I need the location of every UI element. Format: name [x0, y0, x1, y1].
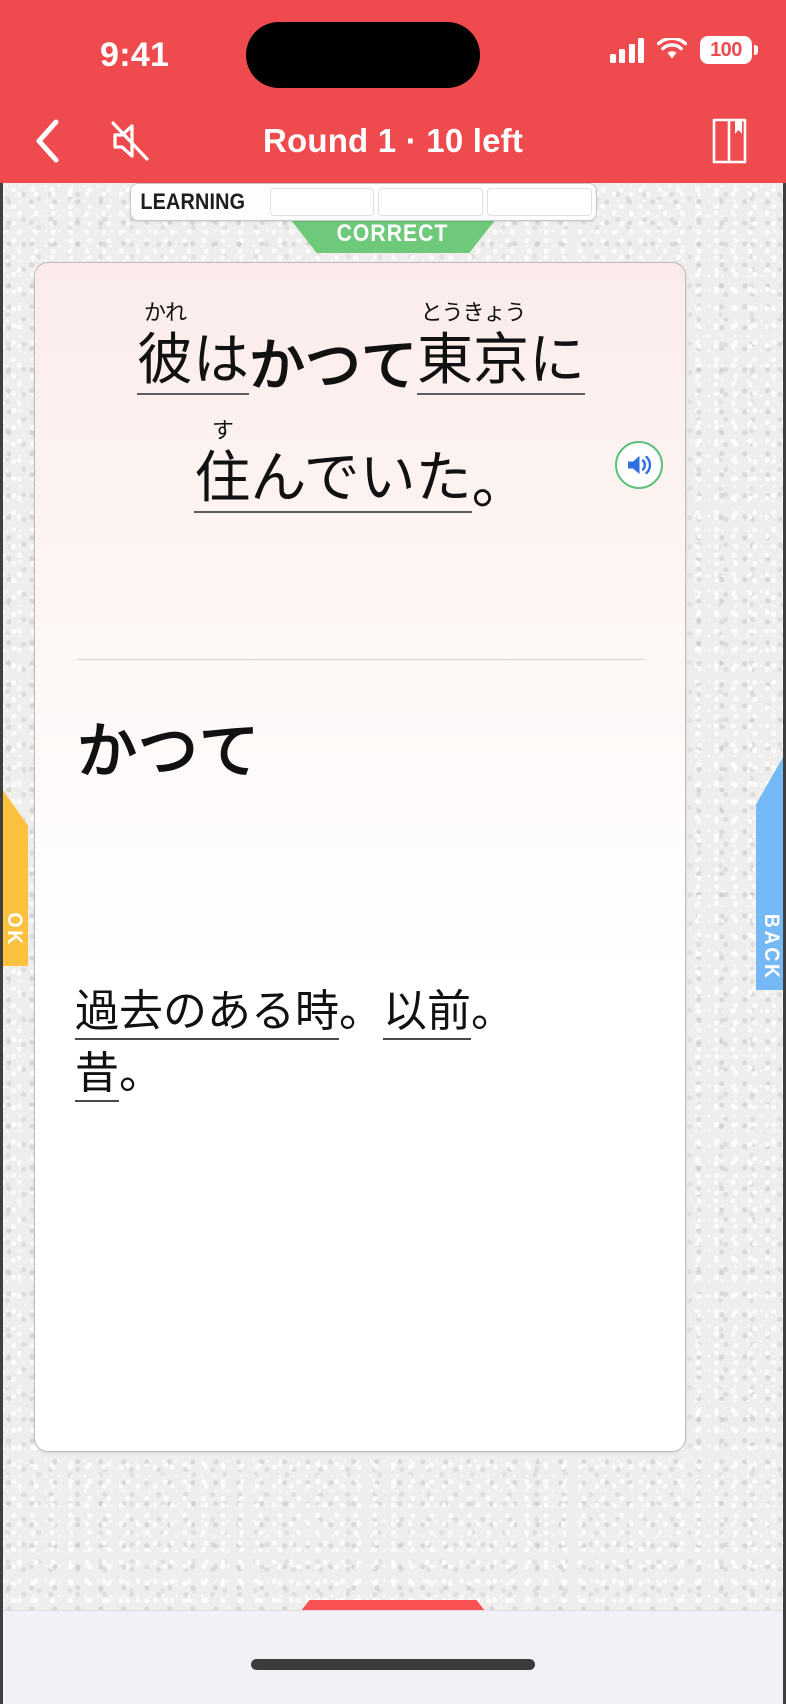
definition-line: 過去のある時。以前。	[75, 986, 515, 1040]
ruby-group: かれ 彼	[137, 303, 193, 395]
sentence-token: 東京	[417, 328, 529, 395]
sentence-token: に	[529, 328, 585, 395]
definition-token: 。	[119, 1048, 163, 1100]
sentence-token: 住	[194, 446, 251, 513]
example-sentence: かれ 彼 はかつて とうきょう 東京 に す 住 んでいた。	[35, 303, 685, 517]
furigana: す	[211, 419, 234, 444]
definition-token: ある	[207, 986, 295, 1040]
dynamic-island	[246, 22, 480, 88]
furigana: かれ	[143, 301, 187, 326]
flashcard[interactable]: かれ 彼 はかつて とうきょう 東京 に す 住 んでいた。 かつて 過去のある…	[34, 262, 686, 1452]
definition-text: 過去のある時。以前。 昔。	[75, 981, 655, 1106]
progress-segment	[487, 188, 592, 216]
nav-bar: Round 1 · 10 left	[0, 98, 786, 183]
ruby-group: す 住	[194, 421, 251, 513]
card-divider	[77, 659, 645, 660]
wifi-icon	[656, 36, 688, 62]
sentence-token-target: かつて	[249, 334, 417, 399]
bookmark-book-icon	[712, 118, 747, 163]
status-bar-time: 9:41	[100, 36, 170, 74]
battery-icon: 100	[700, 36, 758, 64]
correct-banner-label: CORRECT	[337, 220, 449, 247]
definition-token: の	[163, 986, 207, 1040]
ok-tab-label: OK	[3, 912, 26, 947]
ruby-group: とうきょう 東京	[417, 303, 529, 395]
home-bar-area	[0, 1610, 786, 1704]
definition-token: 。	[471, 986, 515, 1037]
app-root: 9:41 100 Round 1 · 10 left LEARNING CORR…	[0, 0, 786, 1704]
sentence-line-2: す 住 んでいた。	[35, 421, 685, 517]
screen-edge-left	[0, 0, 3, 1704]
sentence-token: 彼	[137, 328, 193, 395]
speaker-audio-icon	[628, 455, 652, 475]
definition-token: 昔	[75, 1048, 119, 1103]
progress-segment	[378, 188, 484, 216]
definition-token: 。	[339, 986, 383, 1037]
status-bar-indicators: 100	[609, 36, 758, 64]
definition-token: 時	[295, 986, 339, 1040]
battery-level-text: 100	[710, 38, 742, 61]
answer-word: かつて	[77, 717, 260, 787]
definition-line: 昔。	[75, 1048, 163, 1103]
learning-progress-bar[interactable]: LEARNING	[130, 183, 597, 221]
bookmark-button[interactable]	[692, 98, 768, 183]
definition-token: 過去	[75, 986, 163, 1040]
progress-segment	[269, 188, 375, 216]
audio-play-button[interactable]	[615, 441, 663, 489]
home-indicator[interactable]	[251, 1659, 535, 1670]
learning-label: LEARNING	[140, 189, 246, 214]
sentence-token: んでいた	[250, 446, 472, 513]
page-title: Round 1 · 10 left	[262, 121, 524, 159]
sentence-token: 。	[471, 452, 528, 517]
cellular-bars-icon	[609, 37, 644, 63]
sentence-token: は	[193, 328, 249, 395]
back-tab-label: BACK	[760, 914, 783, 982]
status-bar: 9:41 100	[0, 0, 786, 98]
furigana: とうきょう	[420, 301, 526, 326]
definition-token: 以前	[383, 986, 471, 1040]
sentence-line-1: かれ 彼 はかつて とうきょう 東京 に	[35, 303, 685, 399]
